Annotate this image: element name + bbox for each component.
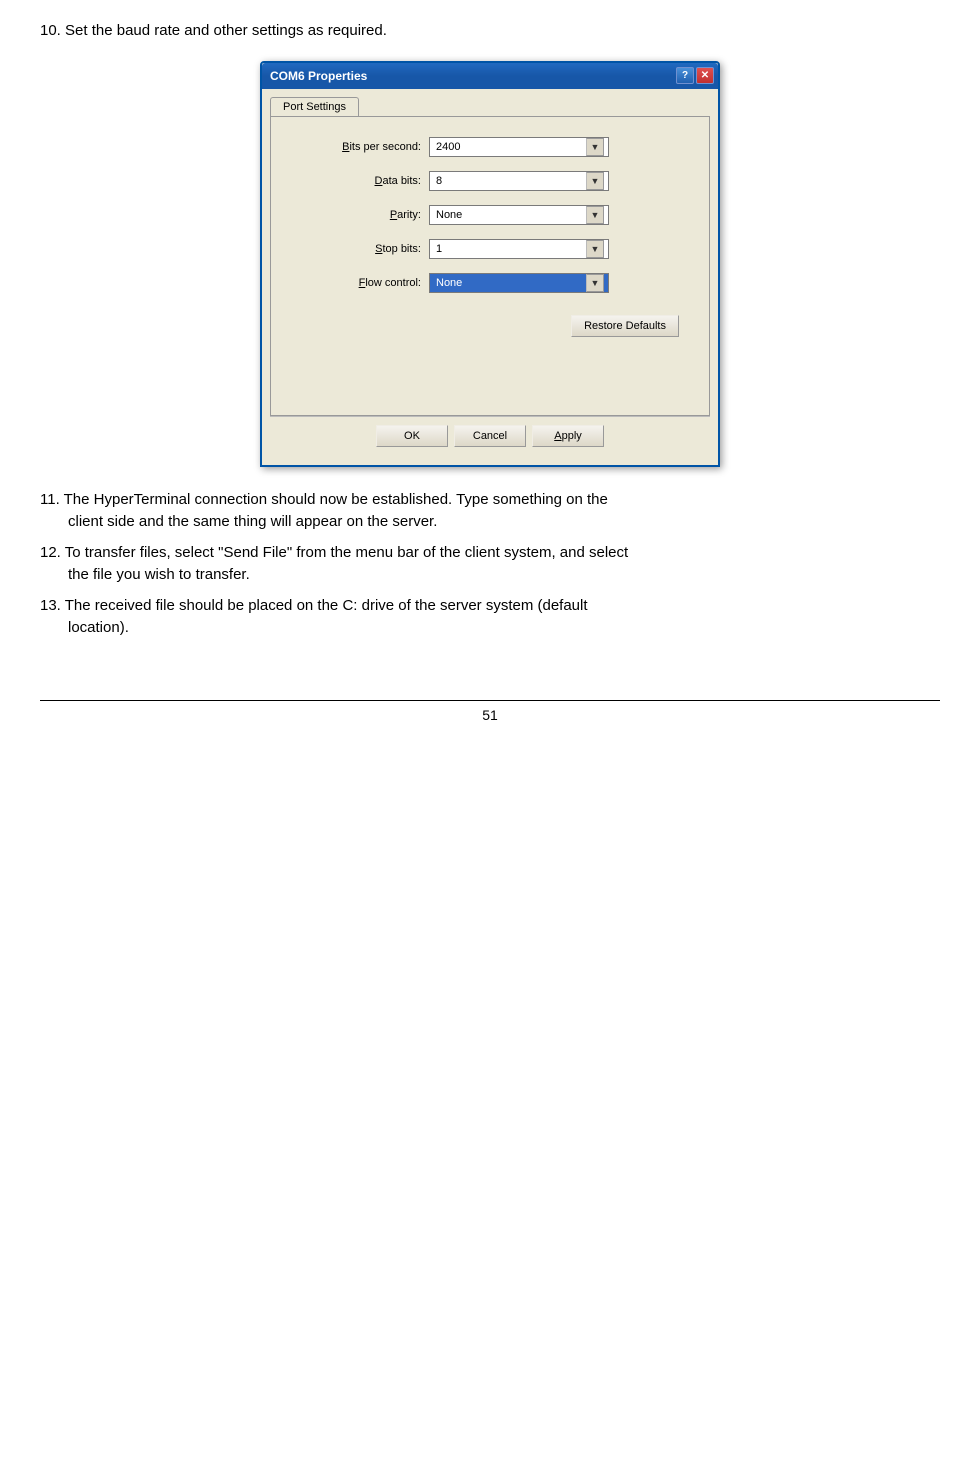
label-bits-per-second: Bits per second: — [301, 141, 421, 153]
step-11-continuation: client side and the same thing will appe… — [68, 511, 940, 534]
screenshot-container: COM6 Properties ? ✕ Port Settings B — [40, 61, 940, 467]
dialog-footer: OK Cancel Apply — [270, 416, 710, 457]
form-row-flow-control: Flow control: None ▼ — [301, 273, 679, 293]
step-13: 13. The received file should be placed o… — [40, 595, 940, 640]
control-data-bits: 8 ▼ — [429, 171, 609, 191]
step-10-number: 10. — [40, 22, 61, 39]
dropdown-parity-value: None — [434, 209, 586, 221]
label-data-bits: Data bits: — [301, 175, 421, 187]
tab-bar: Port Settings — [270, 97, 710, 116]
dialog-body: Port Settings Bits per second: 2400 ▼ — [262, 89, 718, 465]
control-bits-per-second: 2400 ▼ — [429, 137, 609, 157]
step-11-number: 11. — [40, 491, 60, 508]
cancel-button[interactable]: Cancel — [454, 425, 526, 447]
tab-port-settings[interactable]: Port Settings — [270, 97, 359, 116]
step-13-number: 13. — [40, 597, 61, 614]
step-12: 12. To transfer files, select "Send File… — [40, 542, 940, 587]
dropdown-parity-arrow[interactable]: ▼ — [586, 206, 604, 224]
step-12-number: 12. — [40, 544, 61, 561]
restore-defaults-row: Restore Defaults — [301, 307, 679, 341]
ok-button[interactable]: OK — [376, 425, 448, 447]
form-row-data-bits: Data bits: 8 ▼ — [301, 171, 679, 191]
step-13-continuation: location). — [68, 617, 940, 640]
page-number: 51 — [482, 707, 498, 723]
dialog-title-buttons: ? ✕ — [676, 67, 714, 84]
label-stop-bits: Stop bits: — [301, 243, 421, 255]
dropdown-data-arrow[interactable]: ▼ — [586, 172, 604, 190]
control-parity: None ▼ — [429, 205, 609, 225]
com6-properties-dialog: COM6 Properties ? ✕ Port Settings B — [260, 61, 720, 467]
steps-after: 11. The HyperTerminal connection should … — [40, 489, 940, 640]
form-row-stop-bits: Stop bits: 1 ▼ — [301, 239, 679, 259]
dropdown-flow-control[interactable]: None ▼ — [429, 273, 609, 293]
dialog-help-button[interactable]: ? — [676, 67, 694, 84]
control-flow-control: None ▼ — [429, 273, 609, 293]
dialog-title: COM6 Properties — [270, 69, 367, 83]
dropdown-bits-per-second[interactable]: 2400 ▼ — [429, 137, 609, 157]
dropdown-bits-arrow[interactable]: ▼ — [586, 138, 604, 156]
restore-defaults-button[interactable]: Restore Defaults — [571, 315, 679, 337]
step-11: 11. The HyperTerminal connection should … — [40, 489, 940, 534]
step-12-continuation: the file you wish to transfer. — [68, 564, 940, 587]
label-flow-control: Flow control: — [301, 277, 421, 289]
dropdown-stop-arrow[interactable]: ▼ — [586, 240, 604, 258]
form-row-parity: Parity: None ▼ — [301, 205, 679, 225]
page-content: 10. Set the baud rate and other settings… — [40, 20, 940, 723]
dropdown-flow-value: None — [434, 277, 586, 289]
apply-button[interactable]: Apply — [532, 425, 604, 447]
dropdown-stop-value: 1 — [434, 243, 586, 255]
step-10-intro: 10. Set the baud rate and other settings… — [40, 20, 940, 43]
step-10-text: Set the baud rate and other settings as … — [65, 22, 387, 39]
control-stop-bits: 1 ▼ — [429, 239, 609, 259]
dropdown-parity[interactable]: None ▼ — [429, 205, 609, 225]
dialog-titlebar: COM6 Properties ? ✕ — [262, 63, 718, 89]
dropdown-stop-bits[interactable]: 1 ▼ — [429, 239, 609, 259]
label-parity: Parity: — [301, 209, 421, 221]
dropdown-flow-arrow[interactable]: ▼ — [586, 274, 604, 292]
tab-content: Bits per second: 2400 ▼ Data bits: — [270, 116, 710, 416]
dialog-close-button[interactable]: ✕ — [696, 67, 714, 84]
page-footer: 51 — [40, 700, 940, 723]
dropdown-bits-value: 2400 — [434, 141, 586, 153]
dropdown-data-value: 8 — [434, 175, 586, 187]
dropdown-data-bits[interactable]: 8 ▼ — [429, 171, 609, 191]
form-row-bits-per-second: Bits per second: 2400 ▼ — [301, 137, 679, 157]
